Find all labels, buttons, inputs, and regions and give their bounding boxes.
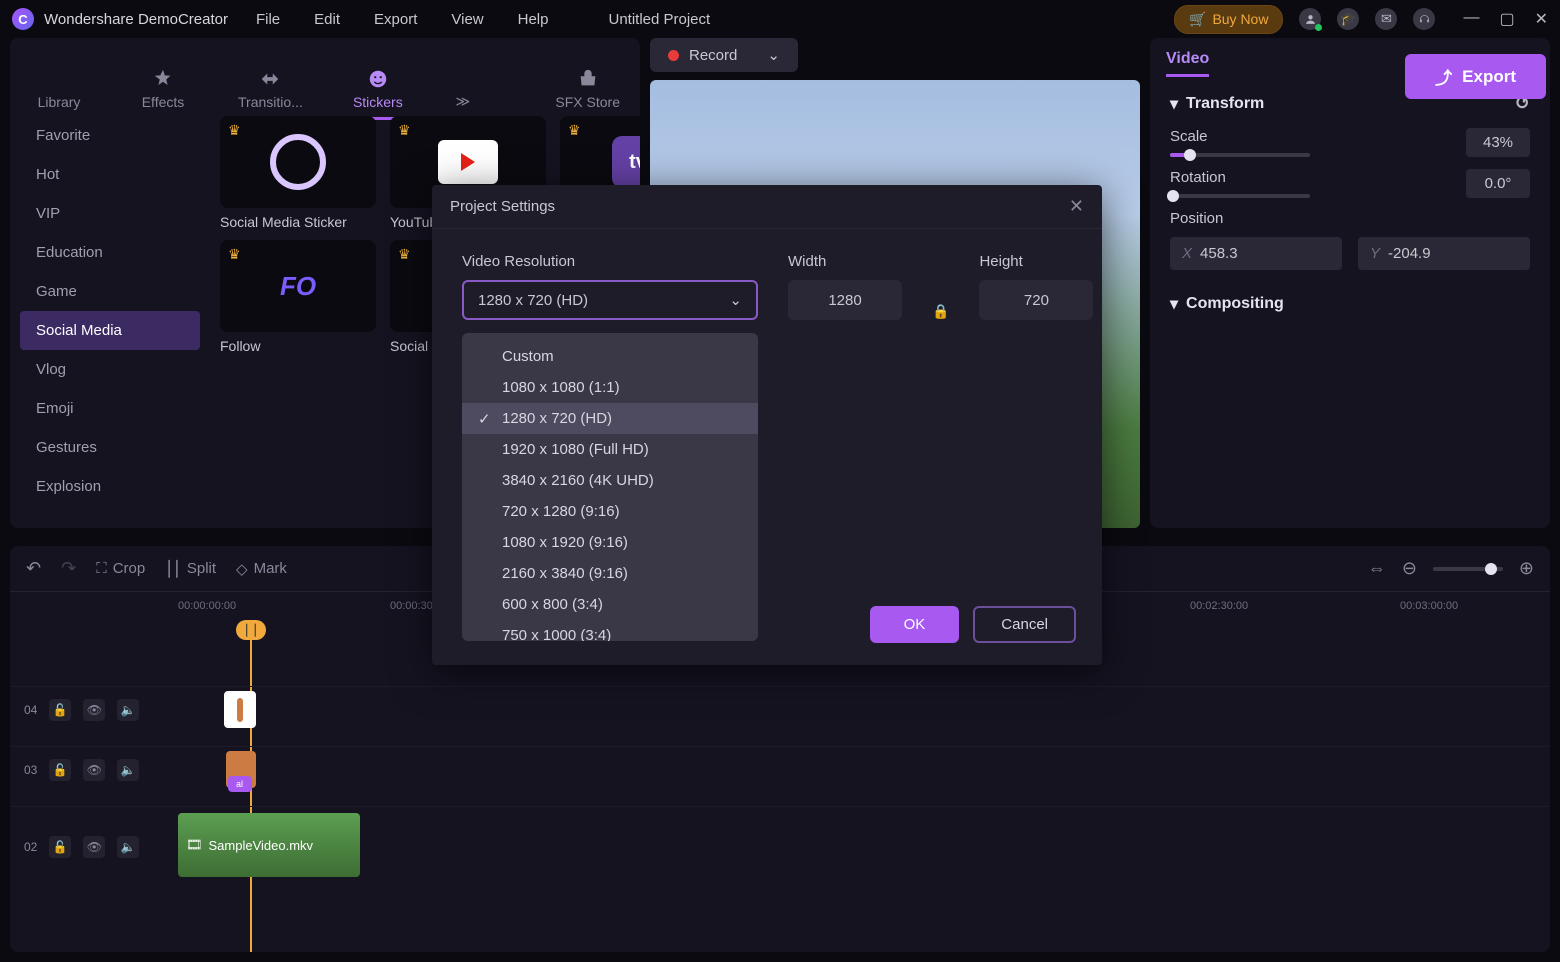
resolution-option[interactable]: Custom <box>462 341 758 372</box>
width-input[interactable]: 1280 <box>788 280 902 320</box>
video-resolution-label: Video Resolution <box>462 253 758 270</box>
resolution-dropdown: Custom 1080 x 1080 (1:1) 1280 x 720 (HD)… <box>462 333 758 641</box>
resolution-option[interactable]: 1280 x 720 (HD) <box>462 403 758 434</box>
resolution-option[interactable]: 1920 x 1080 (Full HD) <box>462 434 758 465</box>
close-icon[interactable]: ✕ <box>1069 196 1084 217</box>
height-input[interactable]: 720 <box>979 280 1093 320</box>
resolution-option[interactable]: 750 x 1000 (3:4) <box>462 620 758 641</box>
resolution-option[interactable]: 1080 x 1080 (1:1) <box>462 372 758 403</box>
width-label: Width <box>788 253 902 270</box>
dialog-title: Project Settings <box>450 198 555 215</box>
resolution-selected: 1280 x 720 (HD) <box>478 292 588 309</box>
height-label: Height <box>979 253 1093 270</box>
cancel-button[interactable]: Cancel <box>973 606 1076 643</box>
resolution-option[interactable]: 720 x 1280 (9:16) <box>462 496 758 527</box>
resolution-option[interactable]: 1080 x 1920 (9:16) <box>462 527 758 558</box>
resolution-option[interactable]: 3840 x 2160 (4K UHD) <box>462 465 758 496</box>
lock-icon[interactable]: 🔒 <box>932 303 949 320</box>
modal-overlay: Project Settings ✕ Video Resolution 1280… <box>0 0 1560 962</box>
resolution-option[interactable]: 2160 x 3840 (9:16) <box>462 558 758 589</box>
video-resolution-select[interactable]: 1280 x 720 (HD) ⌄ <box>462 280 758 320</box>
project-settings-dialog: Project Settings ✕ Video Resolution 1280… <box>432 185 1102 665</box>
ok-button[interactable]: OK <box>870 606 960 643</box>
chevron-down-icon: ⌄ <box>729 291 742 309</box>
resolution-option[interactable]: 600 x 800 (3:4) <box>462 589 758 620</box>
